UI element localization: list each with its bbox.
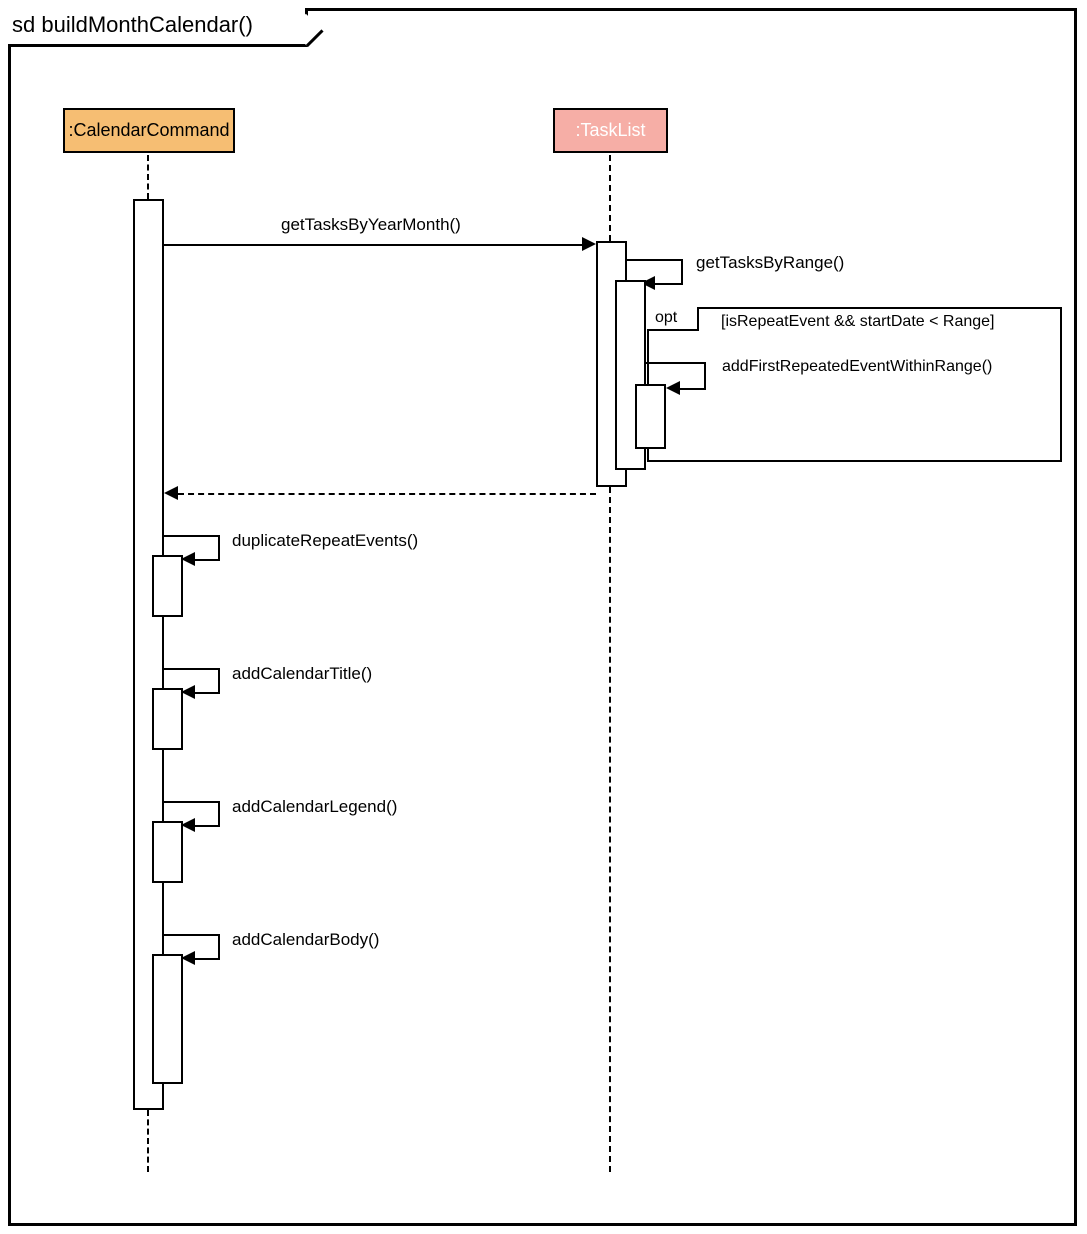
sequence-diagram: sd buildMonthCalendar() :CalendarCommand… [0, 0, 1087, 1234]
selfcall-getTasksByRange-back [655, 283, 683, 285]
msg-addFirstRepeated: addFirstRepeatedEventWithinRange() [722, 358, 992, 376]
selfcall-addFirst-back [680, 388, 706, 390]
msg-addCalendarTitle: addCalendarTitle() [232, 664, 372, 684]
selfcall-dup-back [195, 559, 220, 561]
selfcall-getTasksByRange-down [681, 259, 683, 283]
arrowhead-title [181, 685, 195, 699]
selfcall-legend-out [164, 801, 218, 803]
selfcall-legend-back [195, 825, 220, 827]
arrowhead-getTasksByYearMonth [582, 237, 596, 251]
arrowhead-legend [181, 818, 195, 832]
selfcall-addFirst-out [646, 362, 704, 364]
msg-getTasksByRange: getTasksByRange() [696, 253, 844, 273]
arrow-getTasksByYearMonth [164, 244, 584, 246]
selfcall-title-back [195, 692, 220, 694]
selfcall-title-down [218, 668, 220, 692]
msg-getTasksByYearMonth: getTasksByYearMonth() [281, 215, 461, 235]
selfcall-addFirst-down [704, 362, 706, 388]
opt-keyword: opt [655, 309, 677, 326]
lifeline-tasklist: :TaskList [553, 108, 668, 153]
lifeline-tasklist-line-bottom [609, 487, 611, 1172]
frame-title-text: sd buildMonthCalendar() [12, 12, 253, 37]
lifeline-tasklist-line-top [609, 155, 611, 241]
arrowhead-addFirst [666, 381, 680, 395]
activation-tasklist-3 [635, 384, 666, 449]
opt-fragment-label: opt [647, 307, 699, 331]
selfcall-dup-out [164, 535, 218, 537]
lifeline-calendar-line-bottom [147, 1110, 149, 1172]
return-from-tasklist [178, 493, 596, 495]
selfcall-title-out [164, 668, 218, 670]
msg-addCalendarLegend: addCalendarLegend() [232, 797, 397, 817]
selfcall-dup-down [218, 535, 220, 559]
arrowhead-dup [181, 552, 195, 566]
diagram-frame-label: sd buildMonthCalendar() [8, 8, 308, 47]
selfcall-body-out [164, 934, 218, 936]
lifeline-calendar-line-top [147, 155, 149, 199]
lifeline-calendarcommand: :CalendarCommand [63, 108, 235, 153]
activation-title [152, 688, 183, 750]
selfcall-legend-down [218, 801, 220, 825]
msg-addCalendarBody: addCalendarBody() [232, 930, 379, 950]
activation-legend [152, 821, 183, 883]
msg-duplicateRepeatEvents: duplicateRepeatEvents() [232, 531, 418, 551]
lifeline-calendarcommand-label: :CalendarCommand [68, 120, 229, 140]
activation-dup [152, 555, 183, 617]
lifeline-tasklist-label: :TaskList [575, 120, 645, 140]
arrowhead-body [181, 951, 195, 965]
activation-body [152, 954, 183, 1084]
selfcall-body-back [195, 958, 220, 960]
opt-guard: [isRepeatEvent && startDate < Range] [721, 313, 994, 331]
selfcall-getTasksByRange-out [627, 259, 681, 261]
arrowhead-return [164, 486, 178, 500]
selfcall-body-down [218, 934, 220, 958]
